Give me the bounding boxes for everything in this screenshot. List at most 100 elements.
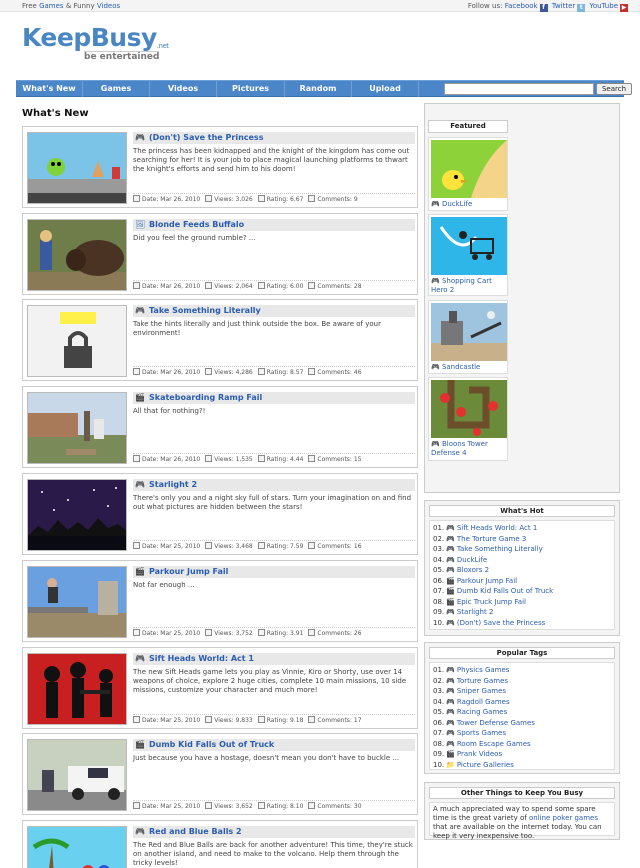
youtube-icon[interactable]: ▶: [620, 4, 628, 12]
site-logo[interactable]: KeepBusy.net be entertained: [22, 24, 169, 63]
card-title[interactable]: Take Something Literally: [149, 305, 261, 317]
list-item-link[interactable]: DuckLife: [457, 556, 487, 564]
featured-item[interactable]: 🎮 DuckLife: [428, 137, 508, 211]
list-item-link[interactable]: Bloxors 2: [457, 566, 489, 574]
card-views: Views: 3,026: [205, 194, 253, 206]
card-thumbnail[interactable]: [27, 219, 127, 291]
content-card[interactable]: 🎬 Dumb Kid Falls Out of Truck Just because…: [22, 733, 418, 815]
list-item[interactable]: 01. 🎮 Physics Games: [433, 665, 611, 676]
nav-upload[interactable]: Upload: [352, 81, 419, 97]
twitter-icon[interactable]: t: [577, 4, 586, 12]
top-games-link[interactable]: Games: [39, 2, 64, 10]
list-item[interactable]: 10. 📁 Picture Galleries: [433, 760, 611, 771]
card-title[interactable]: Blonde Feeds Buffalo: [149, 219, 244, 231]
card-title[interactable]: Sift Heads World: Act 1: [149, 653, 254, 665]
poker-link[interactable]: online poker games: [529, 814, 598, 822]
list-item-link[interactable]: Room Escape Games: [457, 740, 531, 748]
list-item[interactable]: 01. 🎮 Sift Heads World: Act 1: [433, 523, 611, 534]
list-item[interactable]: 06. 🎬 Parkour Jump Fail: [433, 576, 611, 587]
list-item-link[interactable]: Starlight 2: [457, 608, 494, 616]
list-item-link[interactable]: Sports Games: [457, 729, 506, 737]
content-card[interactable]: 🎮 Starlight 2 There's only you and a night…: [22, 473, 418, 555]
list-item[interactable]: 04. 🎮 Ragdoll Games: [433, 697, 611, 708]
list-item-link[interactable]: Take Something Literally: [457, 545, 543, 553]
list-item[interactable]: 04. 🎮 DuckLife: [433, 555, 611, 566]
list-item-link[interactable]: Prank Videos: [457, 750, 502, 758]
content-card[interactable]: 🖼 Blonde Feeds Buffalo Did you feel the gr…: [22, 213, 418, 295]
top-videos-link[interactable]: Videos: [97, 2, 120, 10]
nav-whats-new[interactable]: What's New: [16, 81, 83, 97]
list-item[interactable]: 08. 🎬 Epic Truck Jump Fail: [433, 597, 611, 608]
list-item[interactable]: 03. 🎮 Sniper Games: [433, 686, 611, 697]
card-date: Date: Mar 26, 2010: [133, 281, 200, 293]
twitter-link[interactable]: Twitter: [552, 2, 575, 10]
card-thumbnail[interactable]: [27, 132, 127, 204]
card-title[interactable]: Parkour Jump Fail: [149, 566, 228, 578]
search-input[interactable]: [444, 83, 594, 95]
card-title[interactable]: Dumb Kid Falls Out of Truck: [149, 739, 274, 751]
list-item[interactable]: 07. 🎮 Sports Games: [433, 728, 611, 739]
list-item-link[interactable]: Torture Games: [457, 677, 508, 685]
search-button[interactable]: Search: [596, 83, 632, 95]
content-card[interactable]: 🎮 Red and Blue Balls 2 The Red and Blue Ba…: [22, 820, 418, 868]
featured-thumb-ducklife[interactable]: [431, 140, 507, 198]
list-item[interactable]: 09. 🎮 Starlight 2: [433, 607, 611, 618]
content-card[interactable]: 🎮 Take Something Literally Take the hints …: [22, 299, 418, 381]
list-item-link[interactable]: Picture Galleries: [457, 761, 514, 769]
featured-thumb-bloons[interactable]: [431, 380, 507, 438]
list-item[interactable]: 02. 🎮 Torture Games: [433, 676, 611, 687]
list-item[interactable]: 06. 🎮 Tower Defense Games: [433, 718, 611, 729]
featured-thumb-shopping-cart-hero[interactable]: [431, 217, 507, 275]
nav-videos[interactable]: Videos: [150, 81, 217, 97]
featured-item[interactable]: 🎮 Sandcastle: [428, 300, 508, 374]
card-thumbnail[interactable]: [27, 566, 127, 638]
list-item[interactable]: 09. 🎬 Prank Videos: [433, 749, 611, 760]
facebook-link[interactable]: Facebook: [505, 2, 538, 10]
content-card[interactable]: 🎬 Parkour Jump Fail Not far enough ... Date…: [22, 560, 418, 642]
featured-name[interactable]: 🎮 Sandcastle: [431, 363, 507, 372]
card-title[interactable]: Starlight 2: [149, 479, 197, 491]
list-item-link[interactable]: (Don't) Save the Princess: [457, 619, 545, 627]
list-item[interactable]: 05. 🎮 Racing Games: [433, 707, 611, 718]
list-item-link[interactable]: The Torture Game 3: [457, 535, 526, 543]
list-item-link[interactable]: Parkour Jump Fail: [457, 577, 517, 585]
list-item-link[interactable]: Racing Games: [457, 708, 507, 716]
list-item[interactable]: 03. 🎮 Take Something Literally: [433, 544, 611, 555]
card-title[interactable]: Red and Blue Balls 2: [149, 826, 242, 838]
card-thumbnail[interactable]: [27, 826, 127, 868]
youtube-link[interactable]: YouTube: [590, 2, 618, 10]
content-card[interactable]: 🎮 Sift Heads World: Act 1 The new Sift Hea…: [22, 647, 418, 729]
card-thumbnail[interactable]: [27, 653, 127, 725]
card-title[interactable]: (Don't) Save the Princess: [149, 132, 263, 144]
featured-item[interactable]: 🎮 Bloons Tower Defense 4: [428, 377, 508, 461]
list-item-link[interactable]: Epic Truck Jump Fail: [457, 598, 526, 606]
nav-random[interactable]: Random: [285, 81, 352, 97]
list-item-link[interactable]: Tower Defense Games: [457, 719, 535, 727]
nav-games[interactable]: Games: [83, 81, 150, 97]
list-item[interactable]: 10. 🎮 (Don't) Save the Princess: [433, 618, 611, 629]
card-thumbnail[interactable]: [27, 479, 127, 551]
card-thumbnail[interactable]: [27, 739, 127, 811]
featured-thumb-sandcastle[interactable]: [431, 303, 507, 361]
calendar-icon: [133, 455, 140, 462]
content-card[interactable]: 🎬 Skateboarding Ramp Fail All that for not…: [22, 386, 418, 468]
card-thumbnail[interactable]: [27, 392, 127, 464]
list-item-link[interactable]: Ragdoll Games: [457, 698, 510, 706]
card-thumbnail[interactable]: [27, 305, 127, 377]
featured-name[interactable]: 🎮 Shopping Cart Hero 2: [431, 277, 507, 295]
content-card[interactable]: 🎮 (Don't) Save the Princess The princess h…: [22, 126, 418, 208]
list-item[interactable]: 07. 🎬 Dumb Kid Falls Out of Truck: [433, 586, 611, 597]
list-item-link[interactable]: Sniper Games: [457, 687, 506, 695]
featured-name[interactable]: 🎮 DuckLife: [431, 200, 507, 209]
featured-item[interactable]: 🎮 Shopping Cart Hero 2: [428, 214, 508, 296]
list-item-link[interactable]: Sift Heads World: Act 1: [457, 524, 537, 532]
list-item[interactable]: 02. 🎮 The Torture Game 3: [433, 534, 611, 545]
list-item-link[interactable]: Dumb Kid Falls Out of Truck: [457, 587, 553, 595]
facebook-icon[interactable]: f: [539, 4, 548, 12]
nav-pictures[interactable]: Pictures: [217, 81, 285, 97]
list-item[interactable]: 08. 🎮 Room Escape Games: [433, 739, 611, 750]
list-item-link[interactable]: Physics Games: [457, 666, 510, 674]
featured-name[interactable]: 🎮 Bloons Tower Defense 4: [431, 440, 507, 458]
card-title[interactable]: Skateboarding Ramp Fail: [149, 392, 262, 404]
list-item[interactable]: 05. 🎮 Bloxors 2: [433, 565, 611, 576]
